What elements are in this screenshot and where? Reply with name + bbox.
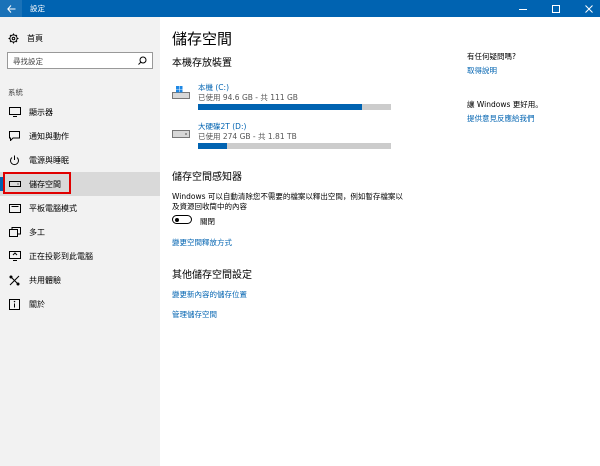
more-storage-settings-heading: 其他儲存空間設定 [172, 270, 252, 281]
search-placeholder: 尋找設定 [13, 57, 43, 66]
shared-icon [8, 274, 21, 286]
gear-icon [8, 33, 19, 44]
improve-windows-text: 讓 Windows 更好用。 [467, 100, 543, 109]
sidebar-item-label: 平板電腦模式 [29, 203, 77, 213]
change-free-space-link[interactable]: 變更空間釋放方式 [172, 237, 232, 248]
usage-bar [198, 104, 391, 110]
sidebar-item-label: 正在投影到此電腦 [29, 251, 93, 261]
sidebar-item-label: 電源與睡眠 [29, 155, 69, 165]
sidebar-item-projecting[interactable]: 正在投影到此電腦 [0, 244, 160, 268]
power-icon [8, 154, 21, 166]
change-save-location-link[interactable]: 變更新內容的儲存位置 [172, 289, 247, 300]
drive-d[interactable]: 大硬碟2T (D:) 已使用 274 GB - 共 1.81 TB [172, 121, 392, 151]
toggle-knob [175, 217, 179, 222]
sidebar-item-label: 關於 [29, 299, 45, 309]
close-button[interactable] [578, 0, 600, 17]
sidebar-item-display[interactable]: 顯示器 [0, 100, 160, 124]
monitor-icon [8, 106, 21, 118]
sidebar-item-label: 共用體驗 [29, 275, 61, 285]
sidebar-item-multitasking[interactable]: 多工 [0, 220, 160, 244]
project-icon [8, 250, 21, 262]
windows-drive-icon [172, 86, 190, 99]
sidebar-item-label: 通知與動作 [29, 131, 69, 141]
storage-sense-description: Windows 可以自動清除您不需要的檔案以釋出空間，例如暫存檔案以及資源回收筒… [172, 192, 403, 211]
sidebar-item-about[interactable]: 關於 [0, 292, 160, 316]
usage-bar-fill [198, 104, 363, 110]
sidebar-item-power[interactable]: 電源與睡眠 [0, 148, 160, 172]
window-title: 設定 [30, 4, 45, 13]
info-icon [8, 298, 21, 310]
section-label-system: 系統 [8, 88, 23, 97]
feedback-link[interactable]: 提供意見反應給我們 [467, 113, 535, 124]
sidebar-home-label: 首頁 [27, 34, 43, 43]
drive-usage: 已使用 94.6 GB - 共 111 GB [198, 93, 298, 102]
drive-icon [172, 130, 190, 138]
drive-usage: 已使用 274 GB - 共 1.81 TB [198, 132, 297, 141]
sidebar-item-label: 多工 [29, 227, 45, 237]
back-arrow-icon [6, 4, 15, 13]
search-icon[interactable] [138, 56, 147, 65]
sidebar-item-label: 顯示器 [29, 107, 53, 117]
maximize-button[interactable] [545, 0, 567, 17]
storage-sense-toggle[interactable] [172, 215, 192, 224]
minimize-icon [519, 8, 527, 10]
tablet-icon [8, 202, 21, 214]
help-question: 有任何疑問嗎? [467, 52, 516, 61]
title-bar: 設定 [0, 0, 600, 17]
maximize-icon [552, 4, 560, 13]
back-button[interactable] [0, 0, 22, 17]
sidebar-item-tablet[interactable]: 平板電腦模式 [0, 196, 160, 220]
get-help-link[interactable]: 取得說明 [467, 65, 497, 76]
usage-bar [198, 143, 391, 149]
page-title: 儲存空間 [172, 30, 233, 48]
close-icon [585, 4, 593, 13]
highlight-box [3, 172, 71, 194]
manage-storage-spaces-link[interactable]: 管理儲存空間 [172, 309, 217, 320]
drive-c[interactable]: 本機 (C:) 已使用 94.6 GB - 共 111 GB [172, 82, 392, 112]
multitask-icon [8, 226, 21, 238]
search-input[interactable]: 尋找設定 [7, 52, 153, 69]
sidebar-item-home[interactable]: 首頁 [8, 33, 43, 44]
sidebar-item-notifications[interactable]: 通知與動作 [0, 124, 160, 148]
minimize-button[interactable] [512, 0, 534, 17]
storage-sense-heading: 儲存空間感知器 [172, 172, 242, 183]
toggle-state-label: 關閉 [200, 217, 215, 226]
notification-icon [8, 130, 21, 142]
sidebar: 首頁 尋找設定 系統 顯示器 通知與動作 電源與睡眠 儲存空間 平板電腦模式 多… [0, 17, 160, 466]
usage-bar-fill [198, 143, 227, 149]
local-storage-heading: 本機存放裝置 [172, 58, 232, 69]
sidebar-item-shared-experiences[interactable]: 共用體驗 [0, 268, 160, 292]
